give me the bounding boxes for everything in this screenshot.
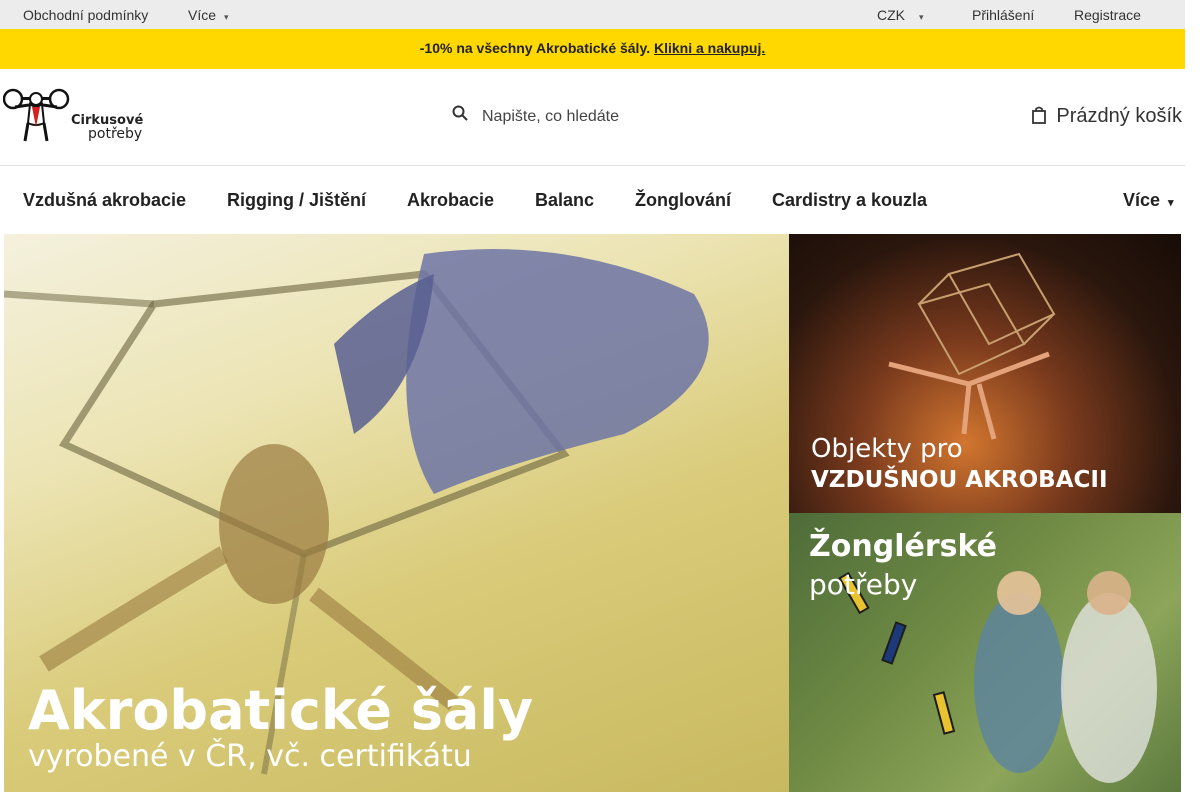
banner-main-title: Akrobatické šály <box>28 679 534 742</box>
main-nav: Vzdušná akrobacie Rigging / Jištění Akro… <box>0 166 1185 234</box>
logo-text-line2: potřeby <box>88 126 143 142</box>
nav-more-button[interactable]: Více ▾ <box>1123 190 1174 211</box>
more-menu[interactable]: Více ▾ <box>188 7 229 23</box>
nav-item-cardistry[interactable]: Cardistry a kouzla <box>772 190 927 211</box>
banner-juggling-line1: Žonglérské <box>809 529 997 564</box>
promo-bar: -10% na všechny Akrobatické šály. Klikni… <box>0 29 1185 69</box>
bag-icon <box>1032 106 1047 130</box>
promo-text: -10% na všechny Akrobatické šály. <box>419 40 651 56</box>
cart-button[interactable]: Prázdný košík <box>1032 105 1182 130</box>
nav-item-balanc[interactable]: Balanc <box>535 190 594 211</box>
nav-item-vzdusna-akrobacie[interactable]: Vzdušná akrobacie <box>23 190 186 211</box>
register-link[interactable]: Registrace <box>1074 7 1141 23</box>
site-header: Cirkusové potřeby Napište, co hledáte Pr… <box>0 69 1185 166</box>
search-input[interactable]: Napište, co hledáte <box>452 105 619 126</box>
banner-juggling[interactable]: Žonglérské potřeby <box>789 513 1181 792</box>
more-menu-label: Více <box>188 7 217 23</box>
strongman-logo-icon <box>2 88 70 142</box>
chevron-down-icon: ▾ <box>919 12 924 22</box>
top-bar: Obchodní podmínky Více ▾ CZK ▾ Přihlášení … <box>0 0 1185 29</box>
banner-aerial-objects[interactable]: Objekty pro VZDUŠNOU AKROBACII <box>789 234 1181 513</box>
site-logo[interactable]: Cirkusové potřeby <box>2 83 143 145</box>
currency-selector[interactable]: CZK ▾ <box>877 7 924 23</box>
nav-more-label: Více <box>1123 190 1161 210</box>
chevron-down-icon: ▾ <box>224 12 229 22</box>
nav-item-akrobacie[interactable]: Akrobacie <box>407 190 494 211</box>
search-icon <box>452 105 470 126</box>
banner-aerial-line1: Objekty pro <box>811 434 963 464</box>
banner-main-subtitle: vyrobené v ČR, vč. certifikátu <box>28 739 472 774</box>
cart-label: Prázdný košík <box>1056 105 1182 127</box>
banner-juggling-line2: potřeby <box>809 568 918 601</box>
currency-label: CZK <box>877 7 905 23</box>
login-link[interactable]: Přihlášení <box>972 7 1034 23</box>
terms-link[interactable]: Obchodní podmínky <box>23 7 148 23</box>
nav-item-zonglovani[interactable]: Žonglování <box>635 190 731 211</box>
chevron-down-icon: ▾ <box>1168 197 1174 209</box>
search-placeholder: Napište, co hledáte <box>482 108 619 125</box>
promo-link[interactable]: Klikni a nakupuj. <box>654 40 765 56</box>
nav-item-rigging[interactable]: Rigging / Jištění <box>227 190 366 211</box>
banner-aerial-line2: VZDUŠNOU AKROBACII <box>811 467 1108 493</box>
banner-aerial-silks[interactable]: Akrobatické šály vyrobené v ČR, vč. cert… <box>4 234 789 792</box>
